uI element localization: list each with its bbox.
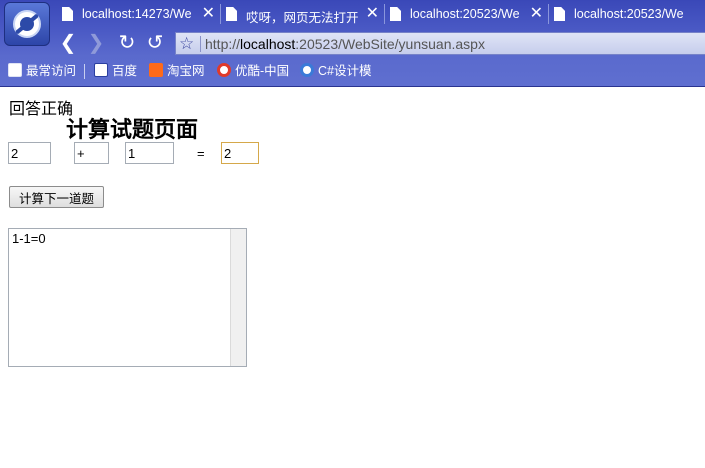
bookmark-csharp[interactable]: C#设计模 — [300, 60, 371, 82]
page-icon — [554, 7, 565, 21]
address-bar[interactable]: ☆ http://localhost:20523/WebSite/yunsuan… — [175, 32, 705, 55]
page-content: 回答正确 计算试题页面 = 计算下一道题 1-1=0 — [0, 88, 705, 468]
bookmark-baidu[interactable]: 百度 — [94, 60, 137, 82]
taobao-icon — [149, 63, 163, 77]
star-icon[interactable]: ☆ — [179, 33, 194, 55]
page-icon — [390, 7, 401, 21]
history-scrollbar[interactable] — [230, 229, 246, 366]
address-divider — [200, 36, 201, 52]
tab-2[interactable]: 哎呀，网页无法打开 ✕ — [220, 3, 383, 27]
browser-chrome: localhost:14273/We ✕ 哎呀，网页无法打开 ✕ localho… — [0, 0, 705, 87]
tab-title: 哎呀，网页无法打开 — [246, 11, 359, 25]
bookmark-most-visited[interactable]: 最常访问 — [8, 60, 76, 82]
baidu-icon — [94, 63, 108, 77]
equals-sign: = — [197, 146, 205, 161]
tab-title: localhost:20523/We — [574, 7, 684, 21]
logo-ring — [13, 10, 41, 38]
page-icon — [226, 7, 237, 21]
tab-title: localhost:20523/We — [410, 7, 520, 21]
page-icon — [62, 7, 73, 21]
folder-icon — [8, 63, 22, 77]
answer-input[interactable] — [221, 142, 259, 164]
next-question-button[interactable]: 计算下一道题 — [9, 186, 104, 208]
close-icon[interactable]: ✕ — [366, 5, 379, 23]
bookmark-label: C#设计模 — [318, 64, 372, 78]
history-textarea[interactable]: 1-1=0 — [8, 228, 247, 367]
back-icon[interactable]: ❮ — [56, 30, 80, 56]
bookmark-separator — [84, 64, 85, 79]
bookmark-label: 百度 — [112, 64, 138, 78]
tab-4[interactable]: localhost:20523/We — [548, 3, 705, 27]
bookmark-youku[interactable]: 优酷-中国 — [217, 60, 289, 82]
browser-logo-icon[interactable] — [4, 2, 50, 46]
forward-icon[interactable]: ❯ — [84, 30, 108, 56]
result-message: 回答正确 — [9, 99, 74, 118]
close-icon[interactable]: ✕ — [202, 5, 215, 23]
tab-1[interactable]: localhost:14273/We ✕ — [56, 3, 219, 27]
operator-input[interactable] — [74, 142, 109, 164]
bookmark-label: 淘宝网 — [167, 64, 205, 78]
close-icon[interactable]: ✕ — [530, 5, 543, 23]
operand1-input[interactable] — [8, 142, 51, 164]
youku-icon — [217, 63, 231, 77]
url-scheme: http:// — [205, 36, 241, 52]
tab-title: localhost:14273/We — [82, 7, 192, 21]
page-title: 计算试题页面 — [66, 117, 199, 143]
bookmark-label: 最常访问 — [26, 64, 77, 78]
tab-3[interactable]: localhost:20523/We ✕ — [384, 3, 547, 27]
undo-icon[interactable]: ↺ — [143, 30, 167, 56]
url-host: localhost — [240, 36, 296, 52]
url-text[interactable]: http://localhost:20523/WebSite/yunsuan.a… — [205, 36, 485, 52]
csharp-icon — [300, 63, 314, 77]
refresh-icon[interactable]: ↻ — [115, 30, 139, 56]
bookmark-taobao[interactable]: 淘宝网 — [149, 60, 205, 82]
bookmark-label: 优酷-中国 — [235, 64, 290, 78]
operand2-input[interactable] — [125, 142, 174, 164]
url-path: :20523/WebSite/yunsuan.aspx — [295, 36, 485, 52]
